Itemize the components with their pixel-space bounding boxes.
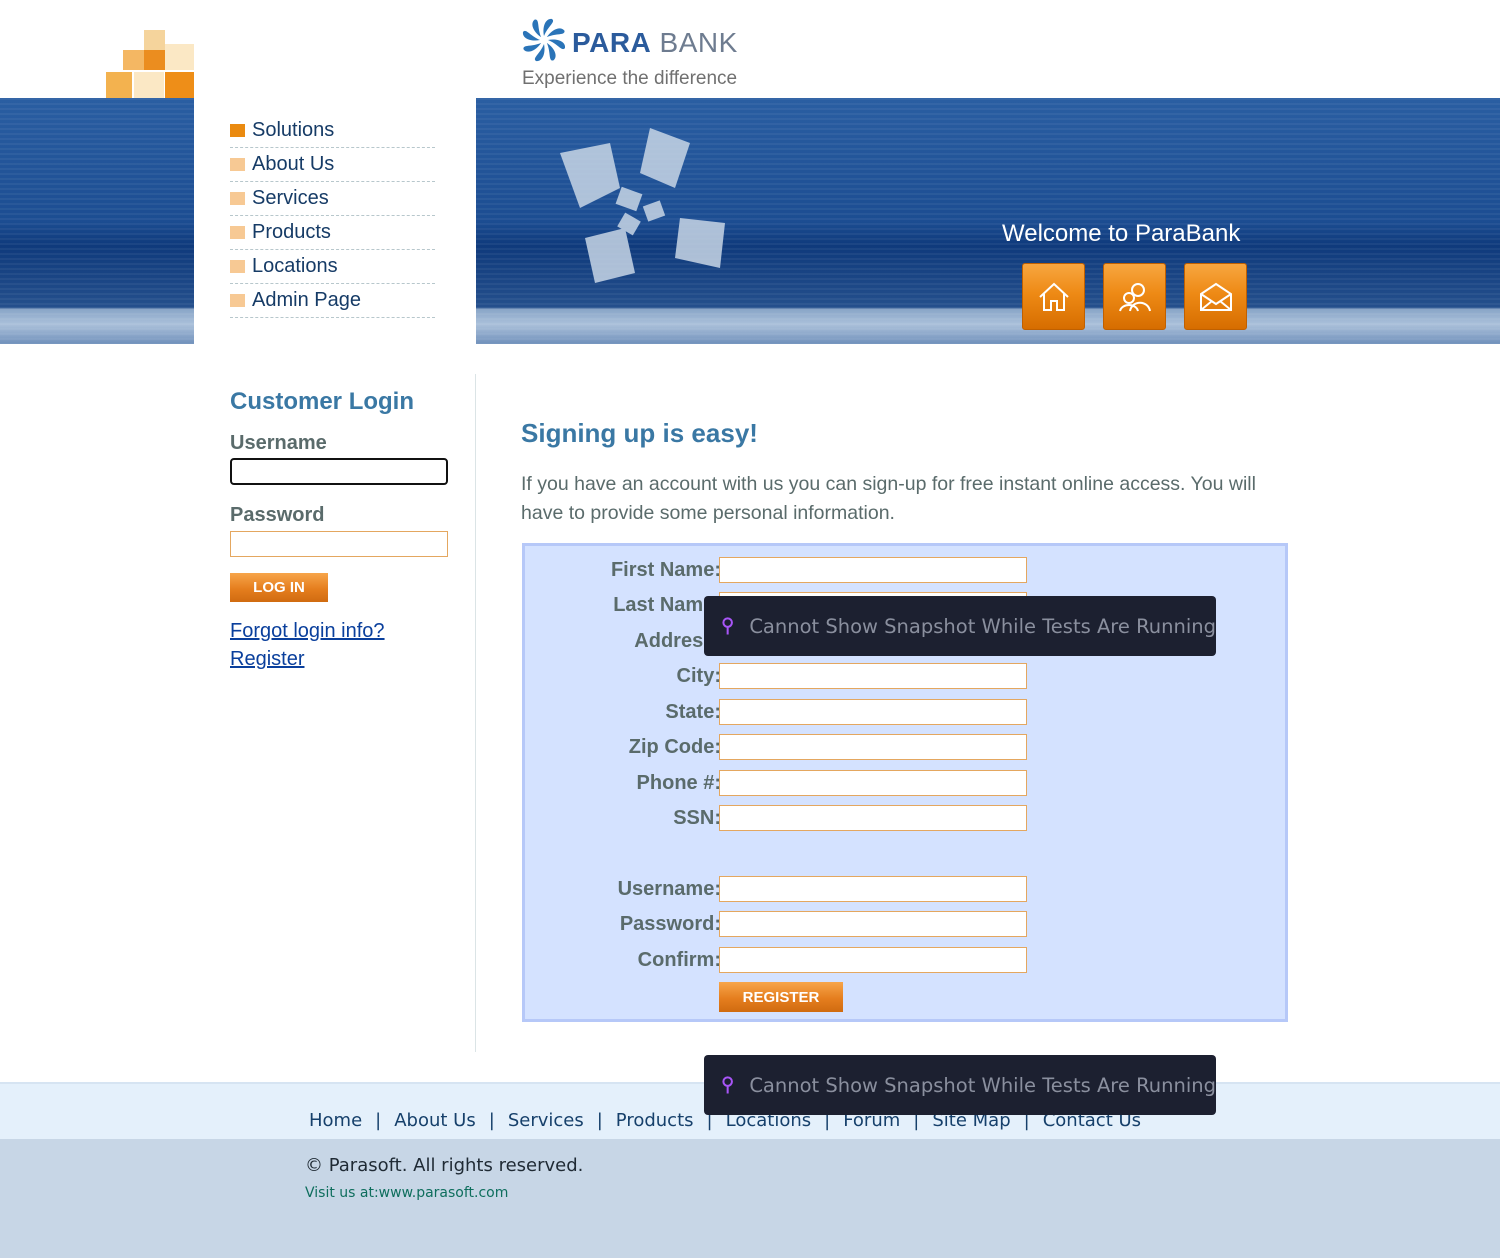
- brand-para: PARA: [572, 27, 652, 58]
- page-title: Signing up is easy!: [521, 418, 758, 448]
- username-label: Username: [230, 432, 327, 454]
- parabank-brand[interactable]: PARA BANK Experience the difference: [522, 18, 762, 96]
- footer-separator: |: [488, 1110, 495, 1131]
- reg-username-row: Username:: [525, 876, 1045, 906]
- brand-caption: Experience the difference: [522, 68, 738, 89]
- reg-username-label: Username:: [617, 878, 721, 900]
- customer-login-panel: Customer Login Username Password LOG IN …: [194, 374, 476, 1052]
- ssn-row: SSN:: [525, 805, 1045, 835]
- footer-link-services[interactable]: Services: [508, 1110, 584, 1131]
- intro-text: If you have an account with us you can s…: [521, 473, 1256, 524]
- confirm-row: Confirm:: [525, 947, 1045, 977]
- toast-text: Cannot Show Snapshot While Tests Are Run…: [749, 1073, 1216, 1097]
- contact-button[interactable]: [1184, 263, 1247, 330]
- bullet-icon: [230, 158, 245, 171]
- left-nav: Solutions About Us Services Products Loc…: [194, 98, 476, 374]
- city-row: City:: [525, 663, 1045, 693]
- phone-row: Phone #:: [525, 770, 1045, 800]
- login-username-input[interactable]: [230, 458, 448, 485]
- brand-name: PARA BANK: [572, 28, 738, 58]
- toast-text: Cannot Show Snapshot While Tests Are Run…: [749, 614, 1216, 638]
- zip-input[interactable]: [719, 734, 1027, 760]
- footer-bottom: © Parasoft. All rights reserved. Visit u…: [0, 1139, 1500, 1258]
- parabank-flower-logo-icon: [522, 18, 566, 62]
- phone-input[interactable]: [719, 770, 1027, 796]
- city-input[interactable]: [719, 663, 1027, 689]
- nav-label[interactable]: Products: [252, 221, 331, 244]
- bullet-icon: [230, 192, 245, 205]
- confirm-password-input[interactable]: [719, 947, 1027, 973]
- footer-separator: |: [375, 1110, 382, 1131]
- state-input[interactable]: [719, 699, 1027, 725]
- left-nav-list: Solutions About Us Services Products Loc…: [230, 114, 435, 318]
- ssn-label: SSN:: [673, 807, 721, 829]
- nav-item-solutions[interactable]: Solutions: [230, 114, 435, 148]
- state-label: State:: [665, 701, 721, 723]
- bullet-icon: [230, 124, 245, 137]
- footer-link-products[interactable]: Products: [616, 1110, 694, 1131]
- login-password-input[interactable]: [230, 531, 448, 557]
- welcome-text: Welcome to ParaBank: [1002, 220, 1241, 247]
- nav-item-locations[interactable]: Locations: [230, 250, 435, 284]
- bullet-icon: [230, 226, 245, 239]
- nav-label[interactable]: Locations: [252, 255, 338, 278]
- zip-label: Zip Code:: [628, 736, 721, 758]
- nav-label[interactable]: Services: [252, 187, 329, 210]
- confirm-label: Confirm:: [637, 949, 721, 971]
- reg-password-label: Password:: [619, 913, 721, 935]
- reg-password-row: Password:: [525, 911, 1045, 941]
- first-name-row: First Name:: [525, 557, 1045, 587]
- snapshot-toast: Cannot Show Snapshot While Tests Are Run…: [704, 1055, 1216, 1115]
- state-row: State:: [525, 699, 1045, 729]
- reg-password-input[interactable]: [719, 911, 1027, 937]
- visit-parasoft-link[interactable]: Visit us at:www.parasoft.com: [305, 1185, 508, 1201]
- nav-label[interactable]: Admin Page: [252, 289, 361, 312]
- forgot-login-link[interactable]: Forgot login info?: [230, 620, 385, 643]
- ssn-input[interactable]: [719, 805, 1027, 831]
- copyright-text: © Parasoft. All rights reserved.: [305, 1155, 584, 1176]
- nav-label[interactable]: Solutions: [252, 119, 334, 142]
- login-title: Customer Login: [230, 388, 414, 415]
- password-label: Password: [230, 504, 325, 526]
- footer-separator: |: [596, 1110, 603, 1131]
- bullet-icon: [230, 260, 245, 273]
- about-button[interactable]: [1103, 263, 1166, 330]
- nav-item-services[interactable]: Services: [230, 182, 435, 216]
- network-graphic-icon: [560, 128, 725, 283]
- city-label: City:: [676, 665, 721, 687]
- home-icon: [1038, 282, 1069, 311]
- register-button[interactable]: REGISTER: [719, 982, 843, 1012]
- about-icon: [1118, 282, 1151, 311]
- nav-item-products[interactable]: Products: [230, 216, 435, 250]
- mail-icon: [1199, 282, 1232, 311]
- first-name-label: First Name:: [610, 559, 721, 581]
- pin-icon: [722, 617, 733, 635]
- register-link[interactable]: Register: [230, 648, 304, 671]
- parabank-logo-squares: [106, 30, 194, 98]
- footer-link-home[interactable]: Home: [309, 1110, 362, 1131]
- home-button[interactable]: [1022, 263, 1085, 330]
- nav-item-admin-page[interactable]: Admin Page: [230, 284, 435, 318]
- footer-link-about-us[interactable]: About Us: [394, 1110, 476, 1131]
- reg-username-input[interactable]: [719, 876, 1027, 902]
- login-button[interactable]: LOG IN: [230, 573, 328, 602]
- brand-bank: BANK: [659, 27, 738, 58]
- first-name-input[interactable]: [719, 557, 1027, 583]
- zip-row: Zip Code:: [525, 734, 1045, 764]
- pin-icon: [722, 1076, 733, 1094]
- nav-label[interactable]: About Us: [252, 153, 334, 176]
- bullet-icon: [230, 294, 245, 307]
- nav-item-about-us[interactable]: About Us: [230, 148, 435, 182]
- phone-label: Phone #:: [636, 772, 721, 794]
- snapshot-toast: Cannot Show Snapshot While Tests Are Run…: [704, 596, 1216, 656]
